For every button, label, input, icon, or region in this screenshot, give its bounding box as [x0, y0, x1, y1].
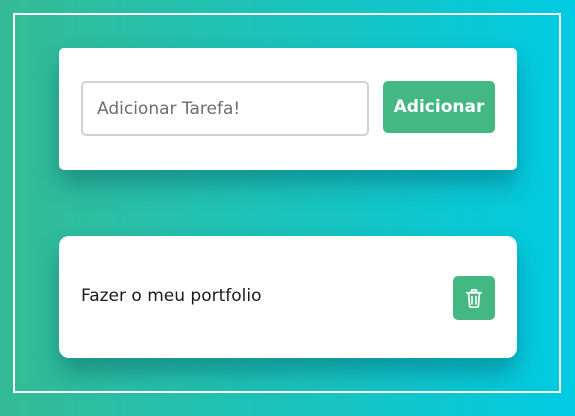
delete-task-button[interactable]: [453, 276, 495, 320]
task-input[interactable]: [81, 81, 369, 136]
trash-icon: [466, 288, 482, 308]
task-list-item: Fazer o meu portfolio: [59, 236, 517, 358]
task-text: Fazer o meu portfolio: [81, 286, 262, 306]
add-task-button[interactable]: Adicionar: [383, 81, 495, 133]
add-task-card: Adicionar: [59, 48, 517, 170]
